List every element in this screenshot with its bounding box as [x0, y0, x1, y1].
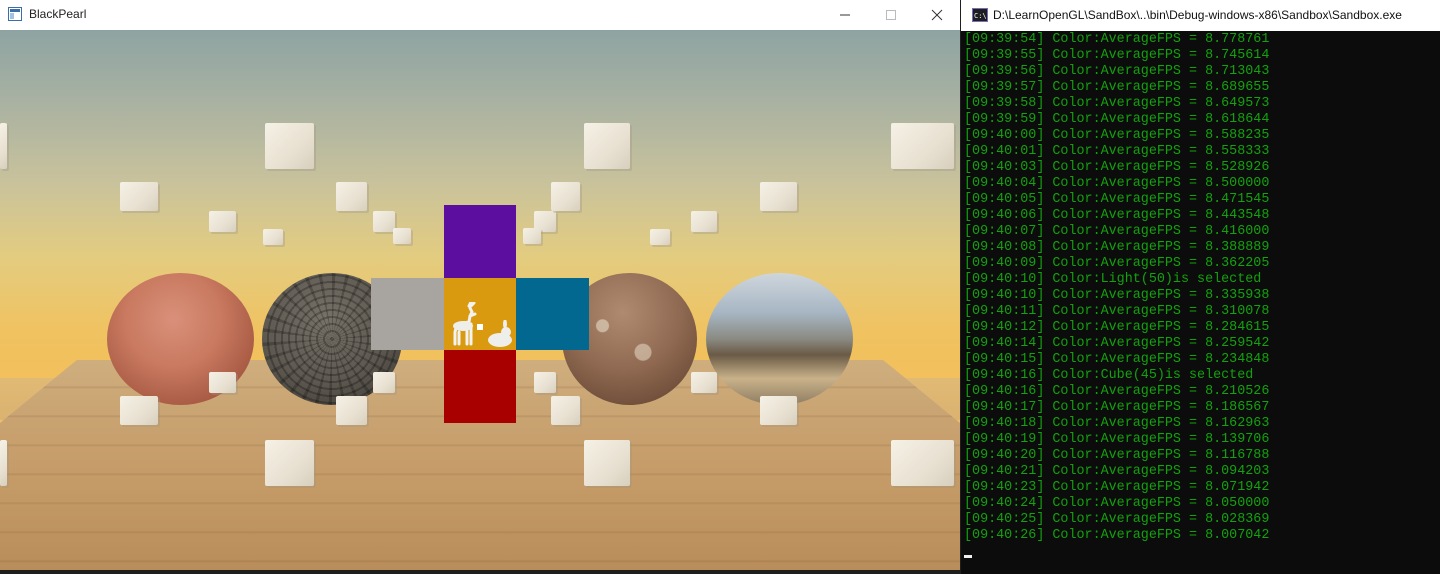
light-cube[interactable] [265, 440, 314, 486]
console-log-line: [09:39:54] Color:AverageFPS = 8.778761 [964, 32, 1270, 47]
light-cube[interactable] [691, 372, 717, 393]
console-log-line: [09:40:18] Color:AverageFPS = 8.162963 [964, 416, 1270, 431]
console-log-line: [09:40:15] Color:AverageFPS = 8.234848 [964, 352, 1270, 367]
console-log-line: [09:40:10] Color:Light(50)is selected [964, 272, 1262, 287]
console-log-line: [09:40:12] Color:AverageFPS = 8.284615 [964, 320, 1270, 335]
console-titlebar[interactable]: C:\ D:\LearnOpenGL\SandBox\..\bin\Debug-… [961, 0, 1440, 31]
light-cube[interactable] [0, 440, 7, 486]
cornell-box-top-face[interactable] [444, 205, 516, 278]
light-cube[interactable] [209, 372, 236, 393]
light-cube[interactable] [691, 211, 717, 232]
minimize-button[interactable] [822, 0, 868, 30]
light-cube[interactable] [209, 211, 236, 232]
console-log-line: [09:40:07] Color:AverageFPS = 8.416000 [964, 224, 1270, 239]
console-log[interactable]: [09:39:54] Color:AverageFPS = 8.778761 [0… [964, 32, 1434, 544]
console-log-line: [09:40:11] Color:AverageFPS = 8.310078 [964, 304, 1270, 319]
console-icon: C:\ [972, 8, 988, 22]
console-window: C:\ D:\LearnOpenGL\SandBox\..\bin\Debug-… [961, 0, 1440, 574]
console-log-line: [09:40:17] Color:AverageFPS = 8.186567 [964, 400, 1270, 415]
background-editor-strip [0, 570, 961, 574]
light-cube[interactable] [891, 123, 954, 169]
console-log-line: [09:40:16] Color:Cube(45)is selected [964, 368, 1254, 383]
console-log-line: [09:40:21] Color:AverageFPS = 8.094203 [964, 464, 1270, 479]
light-cube[interactable] [650, 229, 670, 245]
light-cube[interactable] [523, 228, 541, 244]
console-log-line: [09:40:16] Color:AverageFPS = 8.210526 [964, 384, 1270, 399]
light-cube[interactable] [551, 396, 580, 425]
light-cube[interactable] [891, 440, 954, 486]
console-log-line: [09:40:26] Color:AverageFPS = 8.007042 [964, 528, 1270, 543]
cornell-box-bottom-face[interactable] [444, 350, 516, 423]
close-icon [931, 9, 943, 21]
minimize-icon [840, 14, 850, 16]
light-cube[interactable] [0, 123, 7, 169]
blackpearl-window: BlackPearl [0, 0, 960, 570]
console-log-line: [09:40:04] Color:AverageFPS = 8.500000 [964, 176, 1270, 191]
close-button[interactable] [914, 0, 960, 30]
light-cube[interactable] [120, 396, 158, 425]
console-log-line: [09:39:57] Color:AverageFPS = 8.689655 [964, 80, 1270, 95]
light-probe[interactable] [477, 324, 483, 330]
bunny-model[interactable] [486, 320, 514, 348]
window-title: BlackPearl [29, 7, 87, 21]
console-log-line: [09:39:55] Color:AverageFPS = 8.745614 [964, 48, 1270, 63]
console-log-line: [09:40:20] Color:AverageFPS = 8.116788 [964, 448, 1270, 463]
maximize-button[interactable] [868, 0, 914, 30]
console-log-line: [09:40:08] Color:AverageFPS = 8.388889 [964, 240, 1270, 255]
console-title: D:\LearnOpenGL\SandBox\..\bin\Debug-wind… [993, 8, 1402, 22]
console-log-line: [09:40:23] Color:AverageFPS = 8.071942 [964, 480, 1270, 495]
console-log-line: [09:40:19] Color:AverageFPS = 8.139706 [964, 432, 1270, 447]
app-icon [8, 7, 22, 21]
light-cube[interactable] [336, 396, 367, 425]
light-cube[interactable] [373, 372, 395, 393]
light-cube[interactable] [336, 182, 367, 211]
console-log-line: [09:40:03] Color:AverageFPS = 8.528926 [964, 160, 1270, 175]
light-cube[interactable] [393, 228, 411, 244]
console-log-line: [09:40:05] Color:AverageFPS = 8.471545 [964, 192, 1270, 207]
console-cursor [964, 555, 972, 558]
render-viewport[interactable] [0, 30, 960, 570]
light-cube[interactable] [534, 372, 556, 393]
cornell-box-right-face[interactable] [516, 278, 589, 350]
light-cube[interactable] [760, 182, 797, 211]
chrome-sphere[interactable] [706, 273, 853, 405]
console-log-line: [09:39:58] Color:AverageFPS = 8.649573 [964, 96, 1270, 111]
light-cube[interactable] [584, 123, 630, 169]
console-log-line: [09:40:01] Color:AverageFPS = 8.558333 [964, 144, 1270, 159]
console-log-line: [09:40:25] Color:AverageFPS = 8.028369 [964, 512, 1270, 527]
light-cube[interactable] [760, 396, 797, 425]
cornell-box-left-face[interactable] [371, 278, 444, 350]
maximize-icon [886, 10, 896, 20]
light-cube[interactable] [551, 182, 580, 211]
light-cube[interactable] [263, 229, 283, 245]
console-log-line: [09:40:24] Color:AverageFPS = 8.050000 [964, 496, 1270, 511]
console-log-line: [09:40:10] Color:AverageFPS = 8.335938 [964, 288, 1270, 303]
light-cube[interactable] [265, 123, 314, 169]
console-log-line: [09:40:14] Color:AverageFPS = 8.259542 [964, 336, 1270, 351]
light-cube[interactable] [120, 182, 158, 211]
console-log-line: [09:39:56] Color:AverageFPS = 8.713043 [964, 64, 1270, 79]
console-log-line: [09:40:00] Color:AverageFPS = 8.588235 [964, 128, 1270, 143]
blackpearl-titlebar[interactable]: BlackPearl [0, 0, 960, 30]
light-cube[interactable] [584, 440, 630, 486]
light-cube[interactable] [373, 211, 395, 232]
svg-text:C:\: C:\ [974, 12, 987, 20]
console-log-line: [09:39:59] Color:AverageFPS = 8.618644 [964, 112, 1270, 127]
console-log-line: [09:40:09] Color:AverageFPS = 8.362205 [964, 256, 1270, 271]
console-log-line: [09:40:06] Color:AverageFPS = 8.443548 [964, 208, 1270, 223]
